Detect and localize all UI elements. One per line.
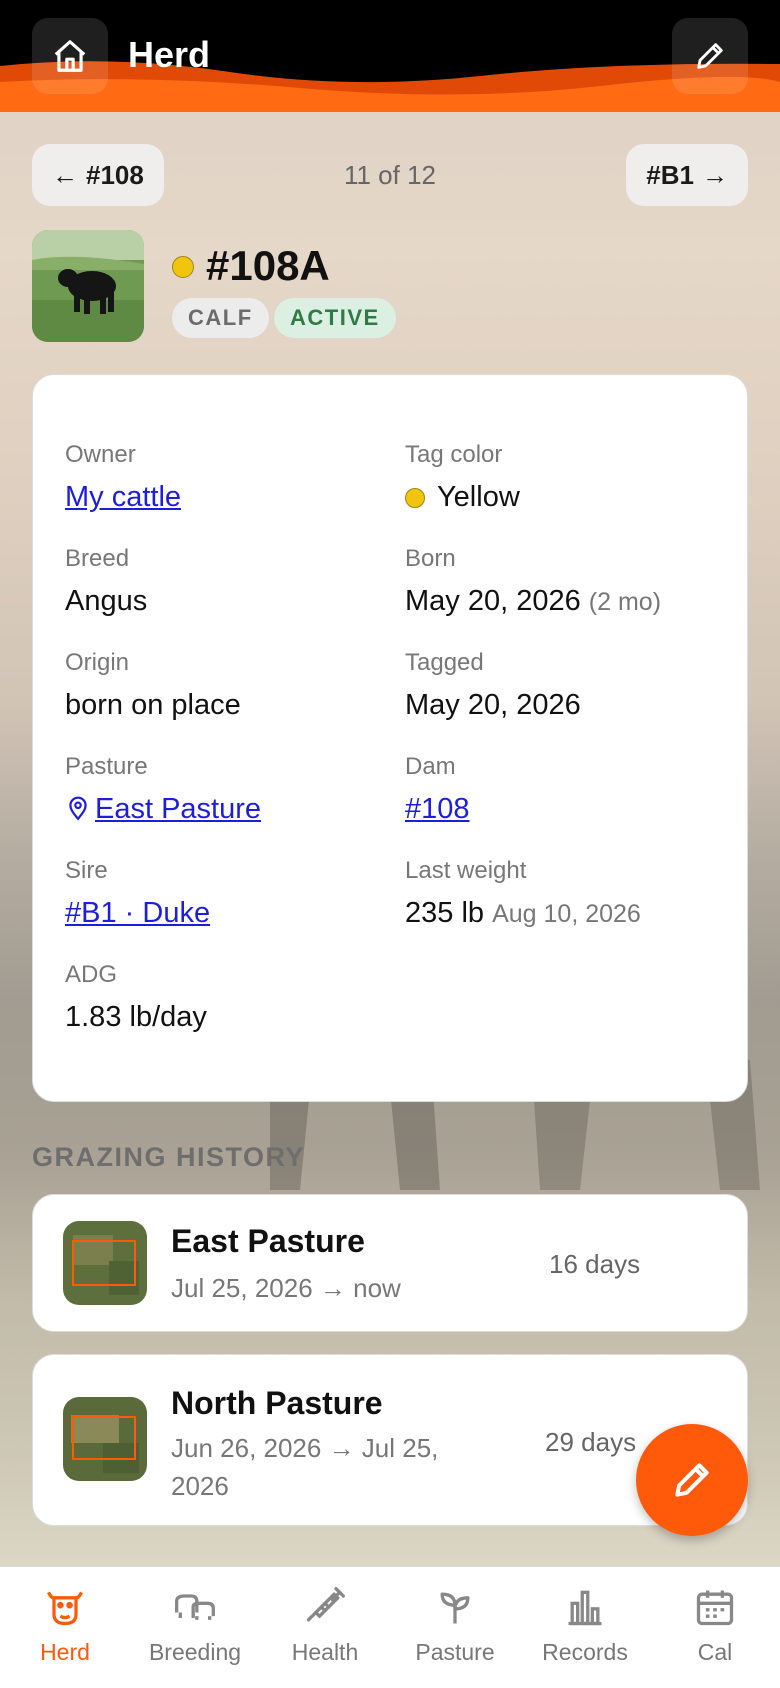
pasture-map-thumbnail	[63, 1397, 147, 1481]
adg-value: 1.83 lb/day	[65, 1001, 207, 1033]
sprout-icon	[440, 1592, 470, 1624]
grazing-pasture-name: North Pasture	[171, 1385, 383, 1421]
animal-id: #108A	[206, 242, 330, 289]
grazing-date-range: Jul 25, 2026 → now	[171, 1273, 401, 1303]
dam-label: Dam	[405, 753, 456, 780]
calendar-icon	[696, 1590, 734, 1626]
cow-head-icon	[47, 1591, 83, 1626]
tab-herd-label: Herd	[40, 1639, 90, 1665]
edit-button[interactable]	[672, 18, 748, 94]
dam-field: Dam #108	[405, 753, 470, 826]
tab-records-label: Records	[542, 1639, 628, 1665]
tab-health-label: Health	[291, 1639, 359, 1665]
adg-label: ADG	[65, 961, 118, 988]
origin-field: Origin born on place	[65, 649, 241, 722]
born-label: Born	[405, 545, 456, 572]
owner-label: Owner	[65, 441, 136, 468]
home-icon	[54, 40, 86, 72]
grazing-date-range: Jun 26, 2026 → Jul 25, 2026	[171, 1433, 439, 1501]
breed-field: Breed Angus	[65, 545, 147, 618]
tagged-value: May 20, 2026	[405, 689, 581, 721]
tab-calendar[interactable]: Cal	[650, 1585, 780, 1666]
born-value: May 20, 2026	[405, 585, 581, 617]
animal-photo[interactable]	[32, 230, 144, 342]
arrow-right-icon: →	[702, 159, 728, 190]
sire-field: Sire #B1 · Duke	[65, 857, 210, 930]
app-header: Herd	[0, 0, 780, 112]
next-animal-button[interactable]: #B1 →	[626, 144, 748, 206]
tagged-label: Tagged	[405, 649, 484, 676]
grazing-history-heading: GRAZING HISTORY	[32, 1142, 306, 1172]
tag-color-field: Tag color Yellow	[405, 441, 520, 514]
tab-pasture[interactable]: Pasture	[390, 1585, 520, 1666]
edit-fab-button[interactable]	[636, 1424, 748, 1536]
tab-pasture-label: Pasture	[415, 1639, 495, 1665]
last-weight-value: 235 lb	[405, 897, 485, 929]
map-pin-icon	[69, 796, 87, 821]
bar-chart-icon	[568, 1590, 602, 1626]
grazing-duration: 29 days	[545, 1427, 637, 1457]
pasture-map-thumbnail	[63, 1221, 147, 1305]
age-value: (2 mo)	[588, 588, 662, 616]
tag-color-label: Tag color	[405, 441, 503, 468]
pasture-field: Pasture East Pasture	[65, 753, 261, 826]
grazing-history-item[interactable]: East Pasture Jul 25, 2026 → now 16 days	[32, 1194, 748, 1332]
pasture-label: Pasture	[65, 753, 148, 780]
header-wave-decoration	[0, 61, 780, 112]
adg-field: ADG 1.83 lb/day	[65, 961, 207, 1034]
owner-field: Owner My cattle	[65, 441, 181, 514]
origin-value: born on place	[65, 689, 241, 721]
tag-color-dot	[172, 256, 194, 278]
sire-link[interactable]: #B1 · Duke	[65, 897, 210, 929]
status-badge: ACTIVE	[274, 298, 396, 338]
tagged-field: Tagged May 20, 2026	[405, 649, 581, 722]
next-animal-label: #B1	[646, 159, 694, 190]
grazing-pasture-name: East Pasture	[171, 1223, 365, 1259]
tab-records[interactable]: Records	[520, 1585, 650, 1666]
last-weight-label: Last weight	[405, 857, 527, 884]
tag-color-swatch	[405, 488, 425, 508]
tab-calendar-label: Cal	[697, 1639, 733, 1665]
born-field: Born May 20, 2026 (2 mo)	[405, 545, 661, 618]
page-title: Herd	[128, 34, 211, 75]
breed-value: Angus	[65, 585, 148, 617]
pencil-icon	[697, 43, 723, 69]
sire-label: Sire	[65, 857, 108, 884]
tab-health[interactable]: Health	[260, 1585, 390, 1666]
owner-link[interactable]: My cattle	[65, 481, 181, 513]
badge-calf: CALF	[172, 298, 269, 338]
breed-label: Breed	[65, 545, 130, 572]
syringe-icon	[306, 1587, 345, 1622]
tag-color-value: Yellow	[437, 481, 520, 513]
tab-breeding[interactable]: Breeding	[130, 1585, 260, 1666]
tab-herd[interactable]: Herd	[0, 1585, 130, 1666]
last-weight-field: Last weight 235 lb Aug 10, 2026	[405, 857, 641, 930]
animal-details-card: Owner My cattle Tag color Yellow Breed A…	[32, 374, 748, 1102]
cattle-pair-icon	[175, 1594, 215, 1620]
pencil-icon	[675, 1463, 709, 1497]
pasture-link-label: East Pasture	[95, 793, 262, 825]
home-button[interactable]	[32, 18, 108, 94]
bottom-tab-bar: Herd Breeding Health Pasture Records Cal	[0, 1566, 780, 1688]
grazing-duration: 16 days	[549, 1249, 641, 1279]
dam-link[interactable]: #108	[405, 793, 470, 825]
tab-breeding-label: Breeding	[148, 1639, 242, 1665]
origin-label: Origin	[65, 649, 130, 676]
pasture-link[interactable]: East Pasture	[65, 793, 261, 825]
last-weight-date: Aug 10, 2026	[492, 900, 641, 928]
